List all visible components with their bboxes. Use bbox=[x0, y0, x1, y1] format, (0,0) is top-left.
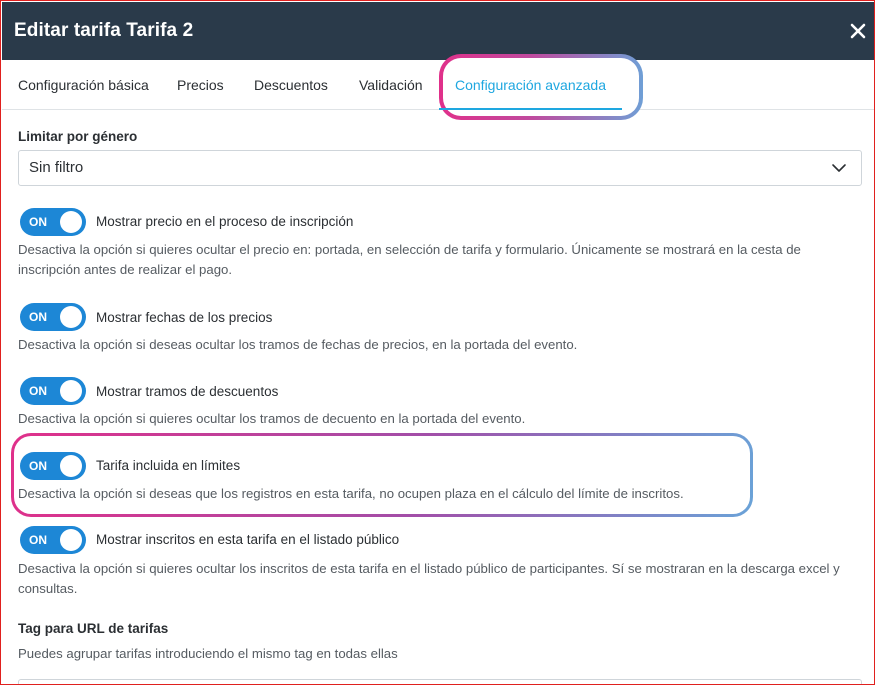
toggle-knob bbox=[60, 211, 82, 233]
option-desc-show-registrants-public: Desactiva la opción si quieres ocultar l… bbox=[18, 561, 840, 596]
toggle-knob bbox=[60, 529, 82, 551]
modal-header: Editar tarifa Tarifa 2 bbox=[2, 2, 874, 60]
tab-precios[interactable]: Precios bbox=[177, 60, 224, 110]
toggle-state: ON bbox=[29, 310, 47, 324]
option-label-show-discount-tiers: Mostrar tramos de descuentos bbox=[96, 384, 279, 399]
tag-url-input[interactable] bbox=[18, 679, 862, 684]
toggle-state: ON bbox=[29, 459, 47, 473]
option-label-show-price: Mostrar precio en el proceso de inscripc… bbox=[96, 214, 354, 229]
tab-descuentos[interactable]: Descuentos bbox=[254, 60, 328, 110]
toggle-state: ON bbox=[29, 215, 47, 229]
tab-validacion[interactable]: Validación bbox=[359, 60, 423, 110]
option-desc-show-discount-tiers: Desactiva la opción si quieres ocultar l… bbox=[18, 411, 526, 426]
tag-url-label: Tag para URL de tarifas bbox=[18, 621, 169, 636]
option-label-included-in-limits: Tarifa incluida en límites bbox=[96, 458, 241, 473]
toggle-state: ON bbox=[29, 533, 47, 547]
tab-configuracion-basica[interactable]: Configuración básica bbox=[18, 60, 149, 110]
gender-filter-label: Limitar por género bbox=[18, 129, 138, 144]
toggle-state: ON bbox=[29, 384, 47, 398]
option-desc-show-price-dates: Desactiva la opción si deseas ocultar lo… bbox=[18, 337, 578, 352]
modal-window: Editar tarifa Tarifa 2 Configuración bás… bbox=[0, 0, 875, 685]
close-button[interactable] bbox=[848, 21, 868, 41]
option-label-show-price-dates: Mostrar fechas de los precios bbox=[96, 310, 273, 325]
option-label-show-registrants-public: Mostrar inscritos en esta tarifa en el l… bbox=[96, 532, 400, 547]
option-desc-included-in-limits: Desactiva la opción si deseas que los re… bbox=[18, 486, 684, 501]
gender-filter-value: Sin filtro bbox=[29, 159, 84, 176]
gender-filter-select[interactable]: Sin filtro bbox=[18, 150, 862, 186]
highlight-ring-limits bbox=[11, 433, 753, 517]
modal-title: Editar tarifa Tarifa 2 bbox=[14, 20, 194, 41]
close-icon bbox=[850, 23, 866, 39]
tab-configuracion-avanzada-label[interactable]: Configuración avanzada bbox=[439, 60, 622, 110]
option-desc-show-price: Desactiva la opción si quieres ocultar e… bbox=[18, 242, 801, 277]
toggle-knob bbox=[60, 380, 82, 402]
toggle-show-price-dates[interactable]: ON bbox=[20, 303, 86, 331]
toggle-knob bbox=[60, 455, 82, 477]
toggle-included-in-limits[interactable]: ON bbox=[20, 452, 86, 480]
tag-url-help: Puedes agrupar tarifas introduciendo el … bbox=[18, 646, 398, 661]
tab-bar: Configuración básica Precios Descuentos … bbox=[2, 60, 874, 110]
chevron-down-icon bbox=[832, 164, 846, 172]
toggle-show-discount-tiers[interactable]: ON bbox=[20, 377, 86, 405]
toggle-knob bbox=[60, 306, 82, 328]
toggle-show-registrants-public[interactable]: ON bbox=[20, 526, 86, 554]
toggle-show-price[interactable]: ON bbox=[20, 208, 86, 236]
